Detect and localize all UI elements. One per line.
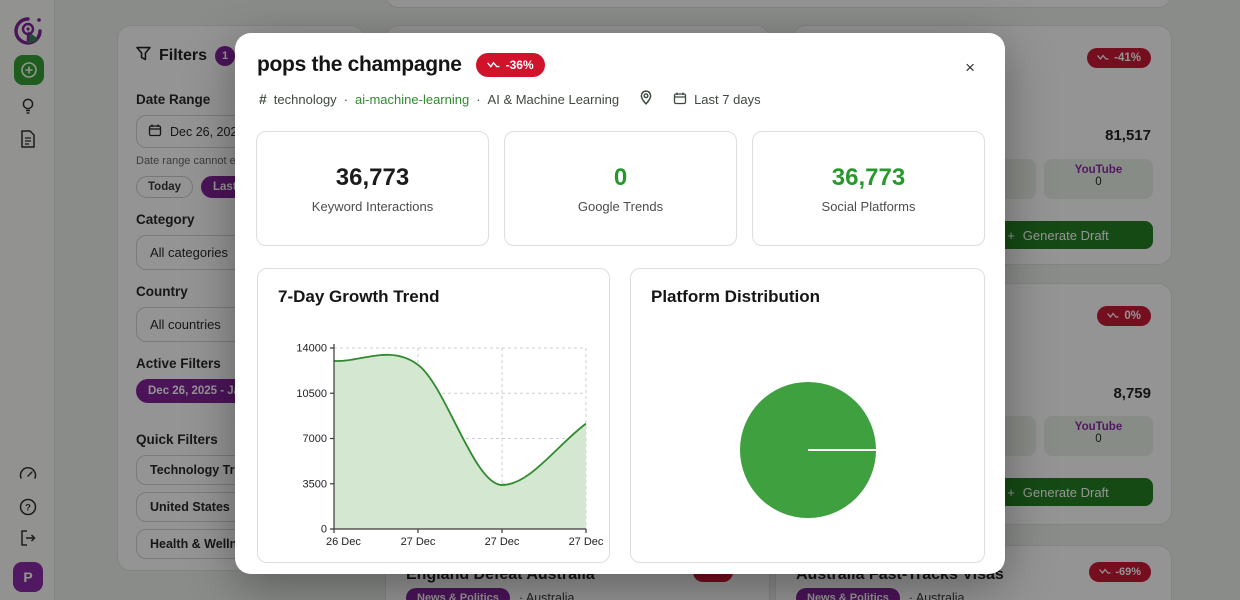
tag-topic: technology (273, 91, 337, 107)
platform-distribution-pie-chart (740, 382, 876, 518)
stat-value: 0 (613, 163, 628, 191)
dot-separator: · (343, 91, 349, 107)
trend-down-badge: -36% (475, 53, 545, 77)
stat-card-keyword-interactions: 36,773 Keyword Interactions (256, 131, 489, 246)
stat-card-social-platforms: 36,773 Social Platforms (752, 131, 985, 246)
svg-text:27 Dec: 27 Dec (485, 536, 520, 548)
stat-label: Social Platforms (821, 198, 916, 214)
hashtag-icon: # (259, 91, 267, 107)
growth-trend-line-chart: 0 3500 7000 10500 14000 26 Dec 27 Dec 27 Dec 27 … (296, 343, 604, 549)
svg-text:27 Dec: 27 Dec (401, 536, 436, 548)
stat-value: 36,773 (831, 163, 906, 191)
tag-category: AI & Machine Learning (487, 91, 620, 107)
stat-value: 36,773 (335, 163, 410, 191)
tag-slug[interactable]: ai-machine-learning (355, 92, 469, 107)
svg-text:0: 0 (321, 524, 327, 536)
svg-text:10500: 10500 (296, 388, 327, 400)
dot-separator: · (476, 91, 481, 107)
svg-text:26 Dec: 26 Dec (326, 536, 361, 548)
svg-text:3500: 3500 (303, 478, 327, 490)
stat-label: Keyword Interactions (311, 198, 434, 214)
calendar-icon (673, 91, 687, 108)
trending-down-icon (486, 61, 500, 68)
modal-title: pops the champagne (257, 53, 462, 76)
svg-text:14000: 14000 (296, 343, 327, 355)
growth-trend-chart-card: 7-Day Growth Trend 0 3500 7000 10500 14000 26… (257, 268, 610, 563)
stat-card-google-trends: 0 Google Trends (504, 131, 737, 246)
period-text: Last 7 days (694, 91, 761, 107)
trend-badge-value: -36% (505, 58, 534, 72)
svg-text:27 Dec: 27 Dec (569, 536, 604, 548)
keyword-detail-modal: pops the champagne -36% × # technology ·… (235, 33, 1005, 574)
stat-label: Google Trends (577, 198, 664, 214)
close-icon[interactable]: × (965, 59, 975, 76)
svg-text:7000: 7000 (303, 433, 327, 445)
platform-distribution-chart-card: Platform Distribution (630, 268, 985, 563)
location-pin-icon (639, 90, 653, 108)
